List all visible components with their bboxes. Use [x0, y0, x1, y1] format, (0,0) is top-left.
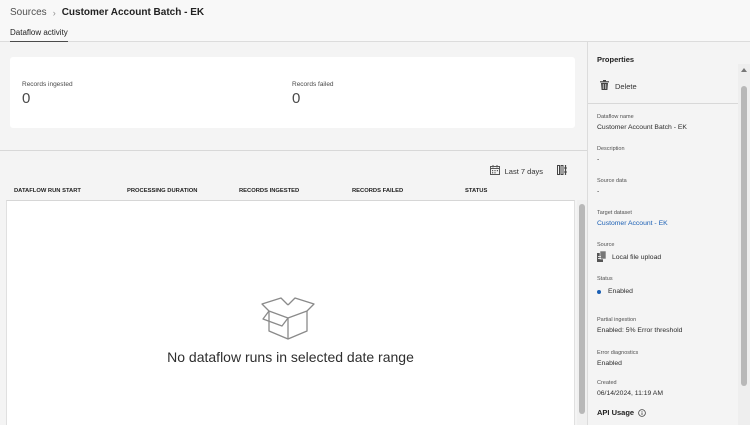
source-label: Source [597, 242, 615, 248]
table-header: DATAFLOW RUN START PROCESSING DURATION R… [0, 182, 575, 199]
partial-ingestion-label: Partial ingestion [597, 317, 637, 323]
api-usage-heading: API Usage [597, 408, 646, 417]
prop-error-diagnostics: Error diagnostics Enabled [597, 350, 737, 367]
dataflow-name-label: Dataflow name [597, 114, 634, 120]
empty-state-message: No dataflow runs in selected date range [167, 349, 414, 365]
section-divider [0, 150, 587, 151]
status-indicator-dot [597, 289, 601, 294]
table-scrollbar-thumb[interactable] [579, 204, 585, 414]
panel-divider [588, 103, 738, 104]
dataflow-name-value: Customer Account Batch - EK [597, 124, 687, 131]
source-row: Local file upload [597, 250, 737, 264]
info-icon[interactable] [638, 408, 646, 417]
column-header-status[interactable]: STATUS [465, 188, 487, 194]
trash-icon [600, 80, 615, 92]
error-diagnostics-label: Error diagnostics [597, 350, 639, 356]
prop-created: Created 06/14/2024, 11:19 AM [597, 380, 737, 397]
source-data-label: Source data [597, 178, 627, 184]
records-ingested-label: Records ingested [22, 81, 73, 88]
properties-panel: Properties Delete Dataflow name Customer… [587, 42, 750, 425]
metric-records-ingested: Records ingested 0 [22, 81, 73, 107]
breadcrumb: Sources › Customer Account Batch - EK [10, 7, 204, 18]
table-scrollbar[interactable] [577, 200, 587, 425]
date-range-filter-button[interactable]: Last 7 days [489, 165, 543, 177]
column-header-processing-duration[interactable]: PROCESSING DURATION [127, 188, 197, 194]
records-failed-label: Records failed [292, 81, 334, 88]
table-toolbar: Last 7 days [489, 162, 567, 180]
calendar-icon [489, 165, 505, 177]
table-body: No dataflow runs in selected date range [6, 200, 575, 425]
breadcrumb-current: Customer Account Batch - EK [61, 7, 205, 18]
properties-title: Properties [597, 55, 635, 64]
panel-scrollbar[interactable] [738, 64, 750, 425]
records-ingested-value: 0 [22, 90, 31, 107]
date-range-label: Last 7 days [504, 166, 543, 176]
created-value: 06/14/2024, 11:19 AM [597, 390, 664, 397]
status-label: Status [597, 276, 613, 282]
target-dataset-link[interactable]: Customer Account - EK [597, 220, 737, 227]
breadcrumb-sources-link[interactable]: Sources [10, 7, 47, 18]
scroll-up-arrow-icon[interactable] [741, 68, 747, 72]
partial-ingestion-value: Enabled: 5% Error threshold [597, 327, 683, 334]
prop-description: Description - [597, 146, 737, 163]
main-content: Records ingested 0 Records failed 0 Last… [0, 42, 587, 425]
prop-partial-ingestion: Partial ingestion Enabled: 5% Error thre… [597, 317, 737, 334]
tab-dataflow-activity[interactable]: Dataflow activity [10, 28, 68, 43]
page-header: Sources › Customer Account Batch - EK Da… [0, 0, 750, 43]
column-settings-icon [557, 162, 567, 180]
records-failed-value: 0 [292, 90, 301, 107]
prop-source-data: Source data - [597, 178, 737, 195]
prop-target-dataset: Target dataset Customer Account - EK [597, 210, 737, 227]
prop-dataflow-name: Dataflow name Customer Account Batch - E… [597, 114, 737, 131]
description-value: - [597, 156, 600, 163]
error-diagnostics-value: Enabled [597, 360, 622, 367]
target-dataset-label: Target dataset [597, 210, 632, 216]
column-settings-button[interactable] [557, 162, 567, 180]
source-value: Local file upload [612, 254, 662, 261]
empty-box-icon [260, 295, 316, 346]
source-data-value: - [597, 188, 600, 195]
description-label: Description [597, 146, 625, 152]
api-usage-label: API Usage [597, 408, 635, 417]
delete-label: Delete [615, 81, 637, 91]
panel-scrollbar-thumb[interactable] [741, 86, 747, 386]
created-label: Created [597, 380, 617, 386]
column-header-records-ingested[interactable]: RECORDS INGESTED [239, 188, 299, 194]
prop-source: Source Local file upload [597, 242, 737, 264]
metrics-card: Records ingested 0 Records failed 0 [10, 57, 575, 128]
prop-status: Status Enabled [597, 276, 737, 295]
column-header-run-start[interactable]: DATAFLOW RUN START [14, 188, 81, 194]
column-header-records-failed[interactable]: RECORDS FAILED [352, 188, 403, 194]
metric-records-failed: Records failed 0 [292, 81, 334, 107]
delete-button[interactable]: Delete [600, 80, 637, 92]
status-value: Enabled [608, 288, 633, 295]
breadcrumb-separator: › [52, 7, 56, 18]
status-row: Enabled [597, 288, 737, 295]
file-upload-icon [597, 250, 612, 264]
